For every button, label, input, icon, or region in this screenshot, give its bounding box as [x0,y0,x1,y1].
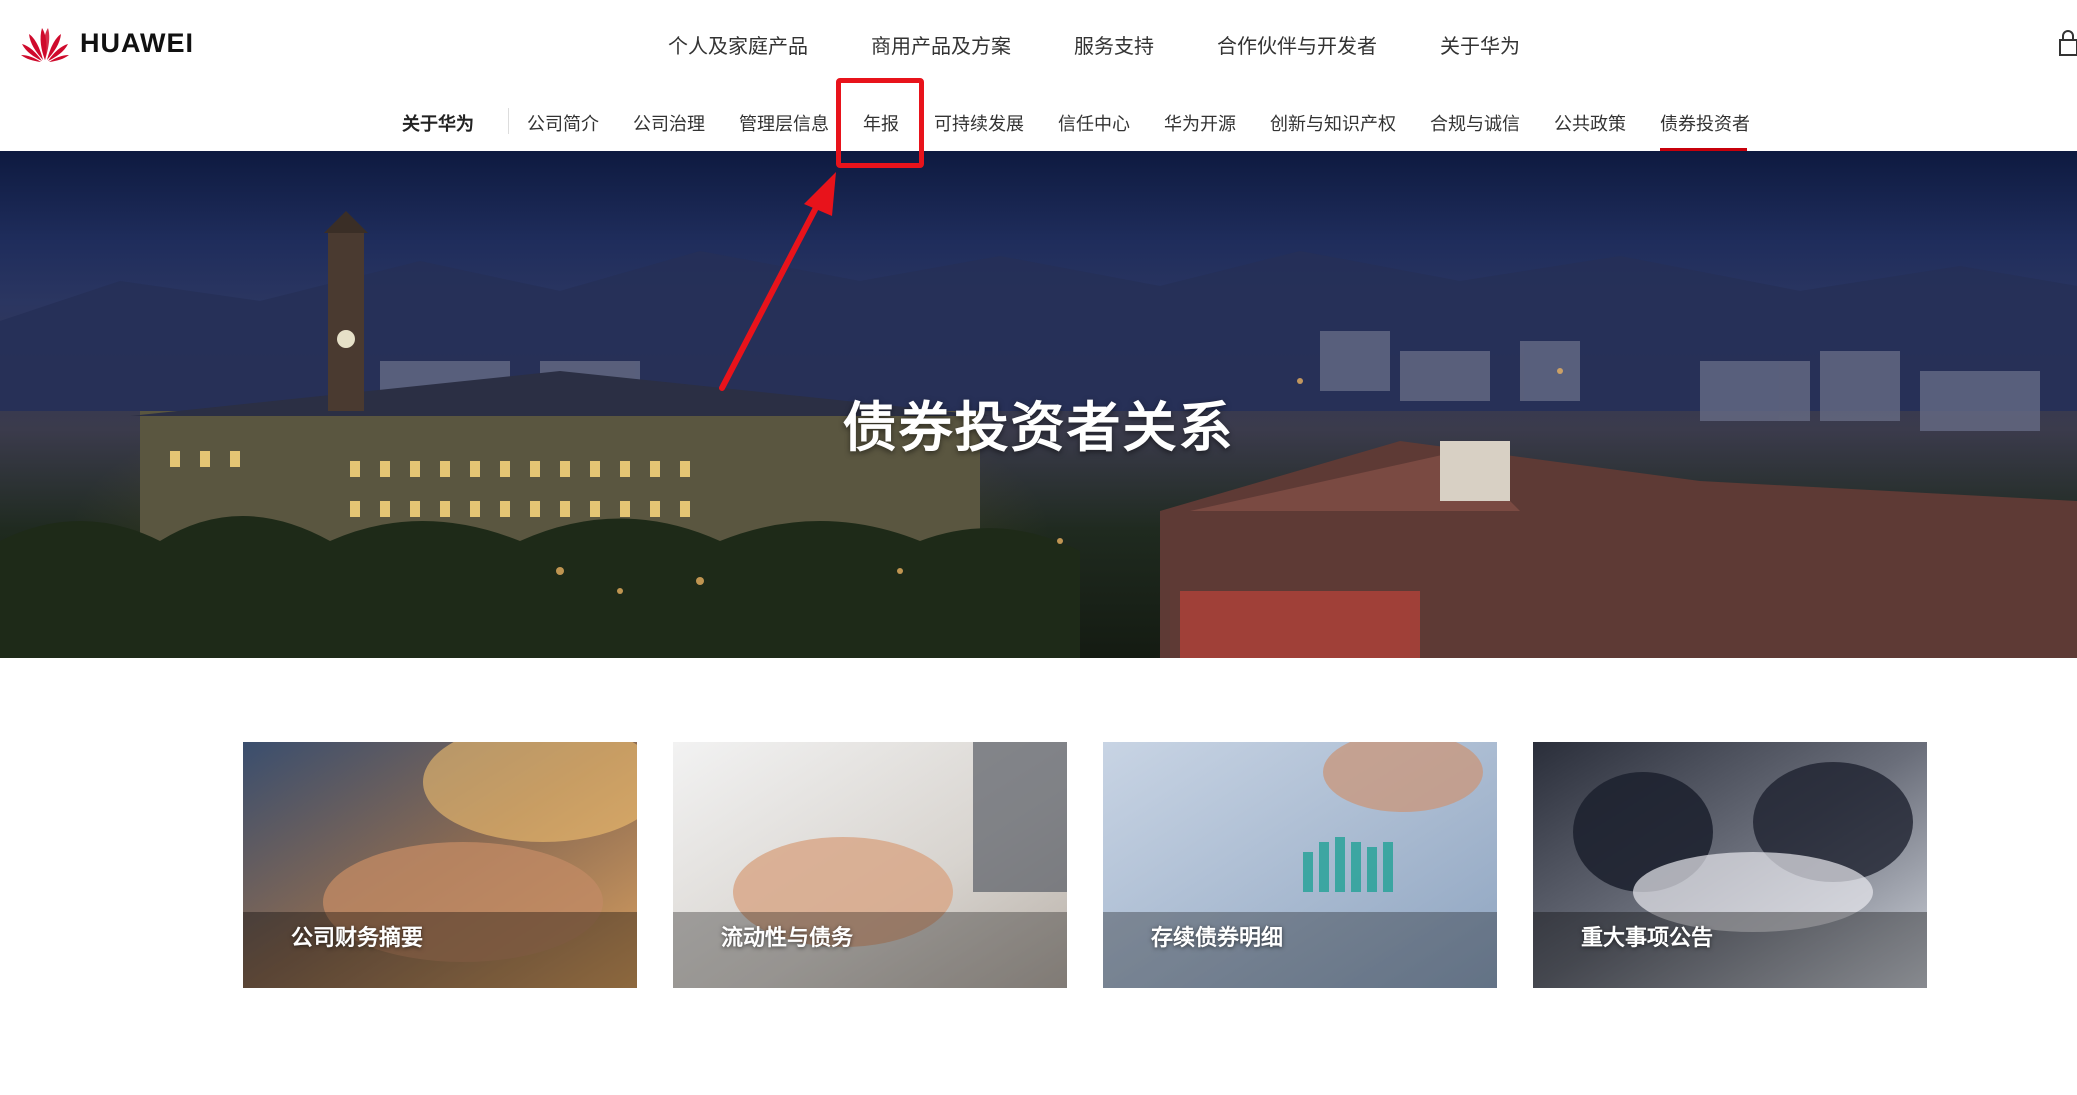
main-nav: 个人及家庭产品 商用产品及方案 服务支持 合作伙伴与开发者 关于华为 [668,30,1520,59]
subnav-item-open-source[interactable]: 华为开源 [1164,110,1236,136]
cart-icon[interactable] [2059,30,2077,56]
subnav-item-public-policy[interactable]: 公共政策 [1554,110,1626,136]
huawei-logo[interactable]: HUAWEI [20,24,194,62]
subnav-item-management[interactable]: 管理层信息 [739,110,829,136]
nav-business-products[interactable]: 商用产品及方案 [871,30,1011,59]
sub-nav: 关于华为 公司简介 公司治理 管理层信息 年报 可持续发展 信任中心 华为开源 … [0,91,2077,151]
subnav-item-innovation-ip[interactable]: 创新与知识产权 [1270,110,1396,136]
brand-wordmark: HUAWEI [80,27,194,58]
subnav-item-bond-investors[interactable]: 债券投资者 [1660,110,1750,136]
hero-title: 债券投资者关系 [842,396,1235,459]
card-label: 存续债券明细 [1151,926,1284,951]
nav-personal-home-products[interactable]: 个人及家庭产品 [668,30,808,59]
card-liquidity-debt[interactable]: 流动性与债务 [673,742,1067,988]
nav-partners-developers[interactable]: 合作伙伴与开发者 [1217,30,1377,59]
annotation-highlight-box [836,78,924,168]
subnav-item-compliance[interactable]: 合规与诚信 [1430,110,1520,136]
top-header: HUAWEI 个人及家庭产品 商用产品及方案 服务支持 合作伙伴与开发者 关于华… [0,0,2077,92]
subnav-item-governance[interactable]: 公司治理 [633,110,705,136]
subnav-item-trust-center[interactable]: 信任中心 [1058,110,1130,136]
nav-about-huawei[interactable]: 关于华为 [1440,30,1520,59]
card-label: 公司财务摘要 [291,926,424,951]
card-outstanding-bonds[interactable]: 存续债券明细 [1103,742,1497,988]
card-financial-summary[interactable]: 公司财务摘要 [243,742,637,988]
huawei-petal-icon [21,28,69,62]
subnav-divider [508,108,509,134]
hero-banner: 债券投资者关系 [0,151,2077,658]
subnav-item-company-profile[interactable]: 公司简介 [527,110,599,136]
card-major-announcements[interactable]: 重大事项公告 [1533,742,1927,988]
subnav-section-title[interactable]: 关于华为 [402,110,474,136]
annotation-arrow-icon [719,172,836,391]
subnav-item-sustainability[interactable]: 可持续发展 [934,110,1024,136]
card-label: 流动性与债务 [721,926,854,951]
nav-support[interactable]: 服务支持 [1074,30,1154,59]
card-row: 公司财务摘要 流动性与债务 存续债券明细 重大事项公告 [243,742,1927,988]
card-label: 重大事项公告 [1581,926,1714,951]
